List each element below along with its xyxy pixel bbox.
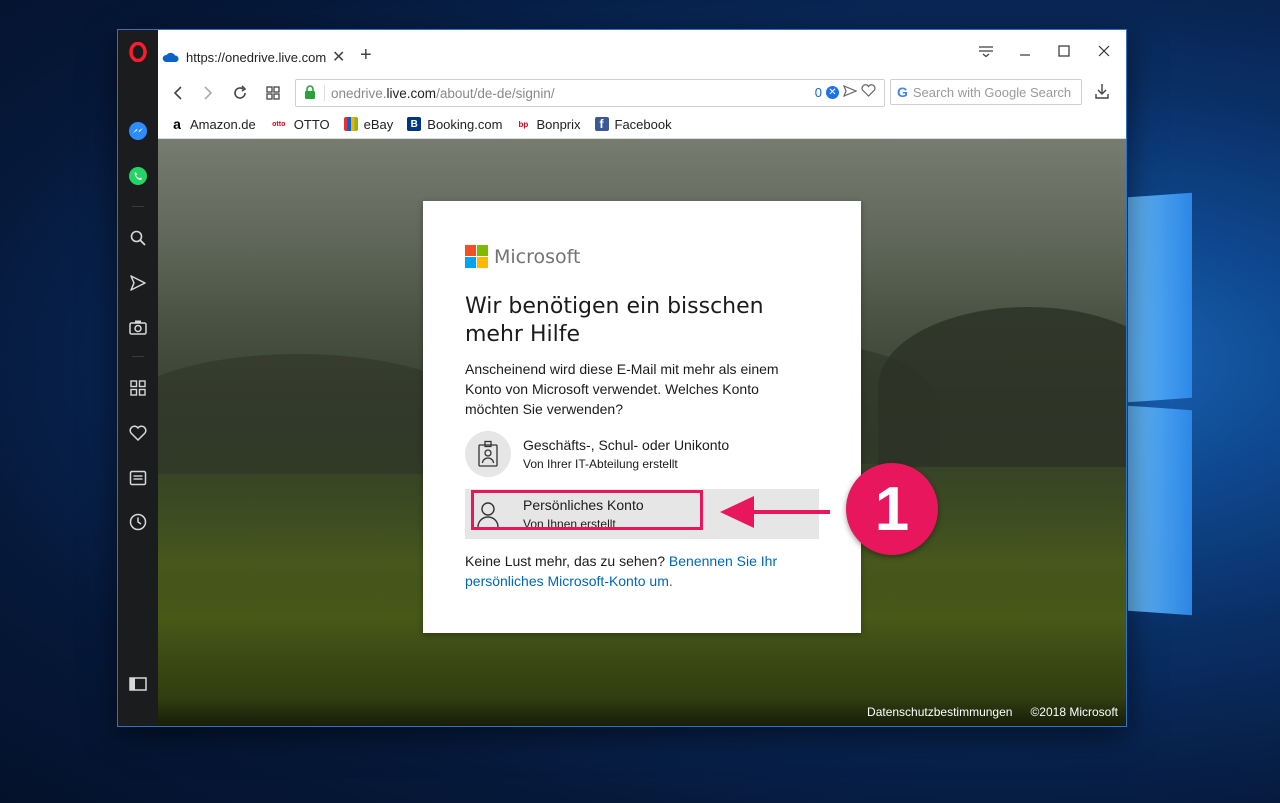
bookmark-label: Booking.com xyxy=(427,116,503,132)
microsoft-squares-icon xyxy=(465,245,488,268)
highlight-box xyxy=(471,490,703,530)
page-content: Microsoft Wir benötigen ein bisschen meh… xyxy=(158,139,1126,726)
reload-button[interactable] xyxy=(228,81,252,105)
bookmark-label: eBay xyxy=(363,116,394,132)
back-button[interactable] xyxy=(166,81,190,105)
windows-logo xyxy=(1128,192,1280,635)
annotation-arrow xyxy=(720,496,830,528)
sidebar-toggle-icon[interactable] xyxy=(118,670,158,698)
bookmark-heart-icon[interactable] xyxy=(861,84,876,100)
badge-id-icon xyxy=(465,431,511,477)
bookmark-otto[interactable]: otto OTTO xyxy=(270,116,330,132)
tab-title: https://onedrive.live.com/a xyxy=(186,49,326,65)
ebay-icon xyxy=(343,117,358,131)
browser-chrome: https://onedrive.live.com/a ✕ + onedrive… xyxy=(158,30,1126,139)
tab-onedrive[interactable]: https://onedrive.live.com/a ✕ xyxy=(162,42,352,72)
heart-icon[interactable] xyxy=(118,419,158,447)
forward-button[interactable] xyxy=(196,81,220,105)
bookmark-bonprix[interactable]: bp Bonprix xyxy=(516,116,581,132)
send-page-icon[interactable] xyxy=(842,84,858,100)
account-option-work[interactable]: Geschäfts-, Schul- oder Unikonto Von Ihr… xyxy=(465,429,819,479)
bookmark-facebook[interactable]: f Facebook xyxy=(594,116,672,132)
opera-menu-icon[interactable] xyxy=(118,38,158,66)
address-bar[interactable]: onedrive. live.com/about/de-de/signin/ 0 … xyxy=(295,79,885,107)
copyright-text: ©2018 Microsoft xyxy=(1030,705,1118,719)
url-prefix: onedrive. xyxy=(331,85,387,101)
onedrive-cloud-icon xyxy=(162,52,179,62)
url-path: /about/de-de/signin/ xyxy=(436,85,555,101)
bonprix-icon: bp xyxy=(518,119,529,129)
opera-sidebar xyxy=(118,30,158,726)
tab-strip: https://onedrive.live.com/a ✕ + xyxy=(158,30,1126,76)
lock-icon xyxy=(304,84,316,102)
messenger-icon[interactable] xyxy=(118,117,158,145)
url-host: live.com xyxy=(386,85,437,101)
download-icon[interactable] xyxy=(1094,82,1110,105)
dialog-description: Anscheinend wird diese E-Mail mit mehr a… xyxy=(465,361,779,417)
footer-text: Keine Lust mehr, das zu sehen? xyxy=(465,553,669,569)
otto-icon: otto xyxy=(272,120,286,128)
bookmark-label: Amazon.de xyxy=(190,116,256,132)
amazon-icon: a xyxy=(173,116,181,132)
whatsapp-icon[interactable] xyxy=(118,162,158,190)
account-sub: Von Ihrer IT-Abteilung erstellt xyxy=(523,457,678,471)
history-icon[interactable] xyxy=(118,508,158,536)
microsoft-logo: Microsoft xyxy=(465,245,580,268)
easy-setup-icon[interactable] xyxy=(970,40,1002,62)
facebook-icon: f xyxy=(594,117,609,131)
close-window-button[interactable] xyxy=(1088,40,1120,62)
close-tab-icon[interactable]: ✕ xyxy=(332,47,345,67)
search-icon[interactable] xyxy=(118,224,158,252)
signin-dialog: Microsoft Wir benötigen ein bisschen meh… xyxy=(423,201,861,633)
adblock-count: 0 xyxy=(814,84,822,100)
privacy-link[interactable]: Datenschutzbestimmungen xyxy=(867,705,1012,719)
search-input[interactable]: G Search with Google Search xyxy=(890,79,1082,105)
dialog-footer: Keine Lust mehr, das zu sehen? Benennen … xyxy=(465,551,825,591)
navigation-bar: onedrive. live.com/about/de-de/signin/ 0 … xyxy=(158,76,1126,110)
bookmark-label: Facebook xyxy=(614,116,672,132)
dialog-title: Wir benötigen ein bisschen mehr Hilfe xyxy=(465,294,764,347)
maximize-button[interactable] xyxy=(1048,40,1080,62)
send-icon[interactable] xyxy=(118,269,158,297)
tabs-grid-icon[interactable] xyxy=(261,81,285,105)
camera-icon[interactable] xyxy=(118,313,158,341)
address-icons: 0 ✕ xyxy=(815,84,876,100)
booking-icon: B xyxy=(407,117,422,131)
bookmark-ebay[interactable]: eBay xyxy=(343,116,394,132)
account-name: Geschäfts-, Schul- oder Unikonto xyxy=(523,437,730,453)
microsoft-wordmark: Microsoft xyxy=(494,245,581,268)
adblock-icon[interactable]: ✕ xyxy=(826,85,839,99)
bookmark-booking[interactable]: B Booking.com xyxy=(407,117,502,132)
search-placeholder: Search with Google Search xyxy=(912,84,1072,100)
google-icon: G xyxy=(897,84,908,100)
bookmarks-bar: a Amazon.de otto OTTO eBay B Booking.com… xyxy=(158,110,1126,138)
speed-dial-icon[interactable] xyxy=(118,374,158,402)
new-tab-button[interactable]: + xyxy=(360,44,372,67)
page-footer: Datenschutzbestimmungen ©2018 Microsoft xyxy=(158,698,1126,726)
annotation-number-badge: 1 xyxy=(846,463,938,555)
address-separator xyxy=(324,85,325,101)
bookmark-amazon[interactable]: a Amazon.de xyxy=(170,116,256,132)
minimize-button[interactable] xyxy=(1009,40,1041,62)
browser-window: https://onedrive.live.com/a ✕ + onedrive… xyxy=(118,30,1126,726)
news-icon[interactable] xyxy=(118,464,158,492)
bookmark-label: Bonprix xyxy=(536,116,581,132)
bookmark-label: OTTO xyxy=(293,116,330,132)
